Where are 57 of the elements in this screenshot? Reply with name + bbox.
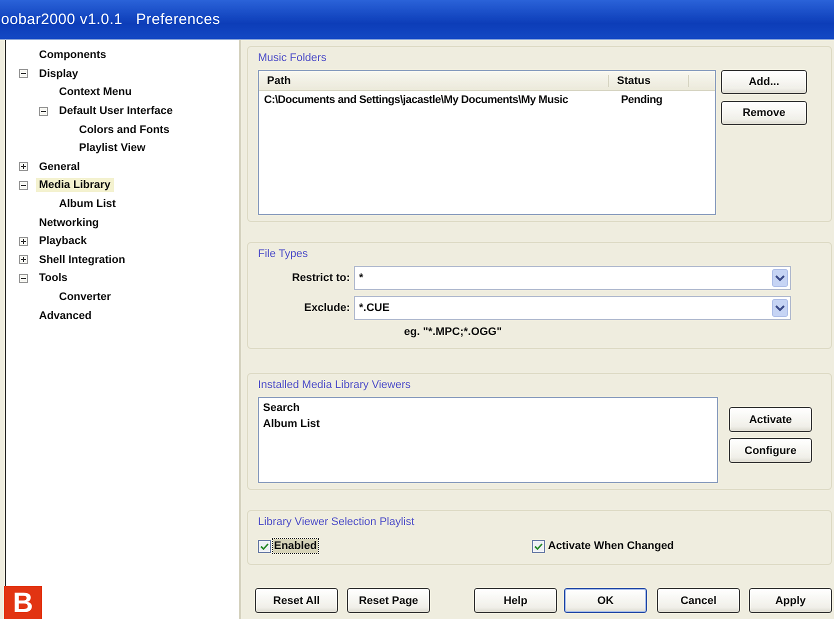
apply-button[interactable]: Apply bbox=[749, 588, 832, 613]
reset-all-button[interactable]: Reset All bbox=[255, 588, 338, 613]
collapse-icon[interactable] bbox=[19, 274, 28, 283]
checkbox[interactable] bbox=[258, 540, 271, 552]
tree-item[interactable]: Display bbox=[36, 66, 82, 81]
dropdown-icon[interactable] bbox=[772, 269, 788, 287]
column-header[interactable]: Status bbox=[609, 74, 689, 86]
hint-text: eg. "*.MPC;*.OGG" bbox=[403, 326, 503, 340]
field-label: Exclude: bbox=[303, 302, 350, 314]
ok-button[interactable]: OK bbox=[564, 588, 647, 613]
tree-item[interactable]: Playback bbox=[36, 234, 90, 248]
combo-box[interactable]: * bbox=[354, 266, 791, 290]
checkbox-label[interactable]: Activate When Changed bbox=[547, 539, 675, 553]
group-title: Library Viewer Selection Playlist bbox=[258, 515, 416, 530]
expand-icon[interactable] bbox=[19, 236, 28, 246]
tree-item[interactable]: Networking bbox=[36, 216, 102, 230]
cancel-button[interactable]: Cancel bbox=[657, 588, 740, 613]
checkbox-label[interactable]: Enabled bbox=[273, 539, 318, 553]
tree-item[interactable]: Media Library bbox=[36, 178, 114, 192]
viewer-list[interactable]: Search Album List bbox=[258, 397, 718, 483]
list-item[interactable]: Album List bbox=[263, 416, 713, 432]
activate-button[interactable]: Activate bbox=[729, 407, 812, 432]
checkbox[interactable] bbox=[532, 540, 545, 552]
help-button[interactable]: Help bbox=[474, 588, 557, 613]
reset-page-button[interactable]: Reset Page bbox=[347, 588, 430, 613]
list-item[interactable]: Search bbox=[263, 400, 713, 416]
field-label: Restrict to: bbox=[290, 272, 350, 284]
tree-item[interactable]: Context Menu bbox=[56, 85, 135, 100]
collapse-icon[interactable] bbox=[19, 69, 28, 78]
table-cell-text: C:\Documents and Settings\jacastle\My Documents\My Music bbox=[263, 94, 570, 106]
tree-item[interactable]: Components bbox=[36, 48, 110, 62]
window-title: oobar2000 v1.0.1 Preferences bbox=[0, 11, 220, 28]
group-title: Music Folders bbox=[258, 51, 328, 66]
expand-icon[interactable] bbox=[19, 162, 28, 172]
expand-icon[interactable] bbox=[19, 255, 28, 264]
tree-item[interactable]: Shell Integration bbox=[36, 252, 128, 267]
combo-box[interactable]: *.CUE bbox=[354, 296, 791, 320]
table-cell-text: Pending bbox=[620, 94, 662, 106]
tree-item[interactable]: Converter bbox=[56, 290, 114, 304]
tree-item[interactable]: Tools bbox=[36, 271, 71, 286]
group-title: File Types bbox=[258, 247, 309, 262]
column-header[interactable]: Path bbox=[259, 74, 609, 86]
figure-label: B bbox=[4, 586, 42, 619]
tree-item[interactable]: Playlist View bbox=[76, 141, 148, 156]
tree-item[interactable]: Colors and Fonts bbox=[76, 122, 172, 137]
group-title: Installed Media Library Viewers bbox=[258, 378, 412, 393]
tree-item[interactable]: Advanced bbox=[36, 308, 95, 323]
collapse-icon[interactable] bbox=[39, 106, 48, 116]
tree-item[interactable]: General bbox=[36, 160, 83, 174]
add-button[interactable]: Add... bbox=[721, 70, 807, 94]
dropdown-icon[interactable] bbox=[772, 299, 788, 317]
configure-button[interactable]: Configure bbox=[729, 438, 812, 463]
tree-item[interactable]: Default User Interface bbox=[56, 104, 176, 118]
tree-item[interactable]: Album List bbox=[56, 197, 119, 212]
collapse-icon[interactable] bbox=[19, 180, 28, 190]
folder-list[interactable]: Path Status C:\Documents and Settings\jacastle\My Documents\My Music Pending bbox=[258, 70, 716, 215]
remove-button[interactable]: Remove bbox=[721, 101, 807, 125]
